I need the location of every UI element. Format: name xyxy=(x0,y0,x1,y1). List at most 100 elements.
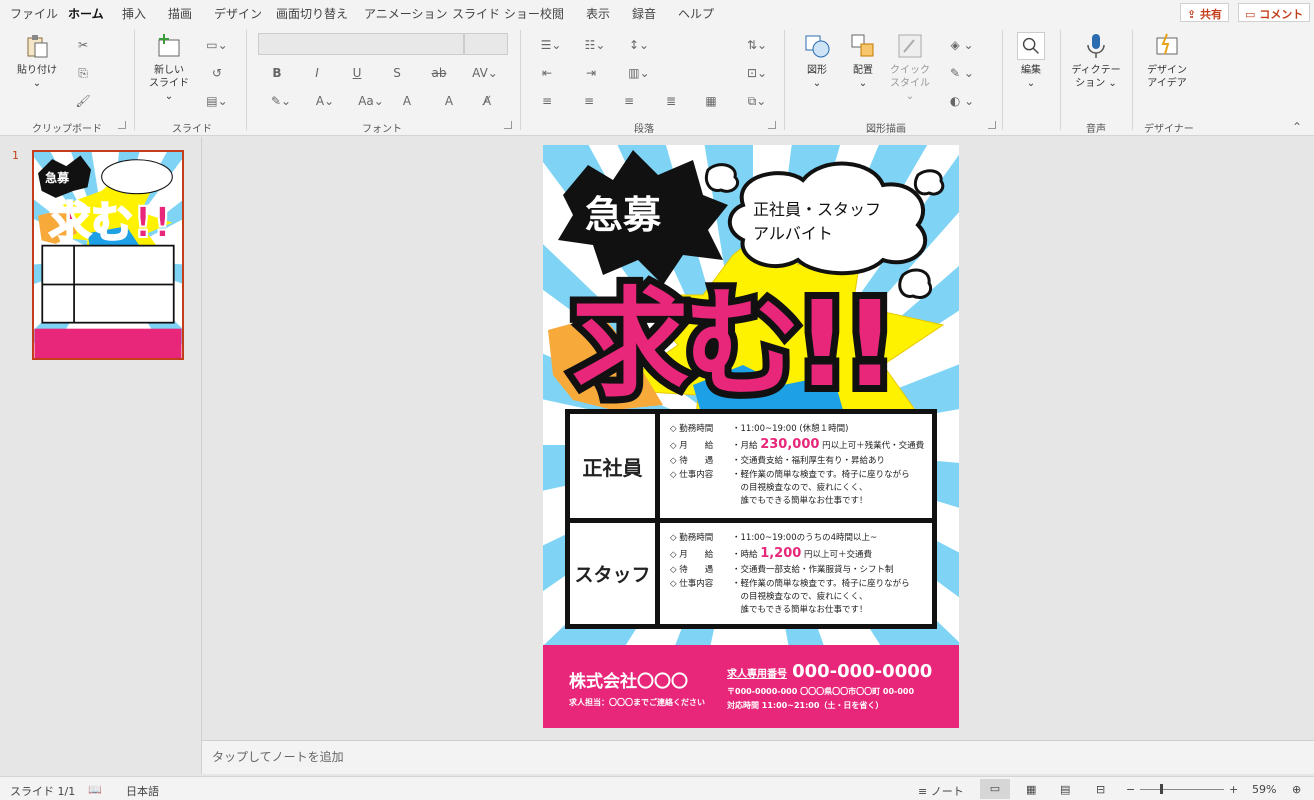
designer-group-label: デザイナー xyxy=(1144,124,1194,135)
share-button[interactable]: ⇪ 共有 xyxy=(1180,3,1230,22)
text-direction-icon[interactable]: ⇅⌄ xyxy=(742,36,772,54)
paste-button[interactable]: 貼り付け ⌄ xyxy=(14,32,60,90)
font-name-dropdown[interactable] xyxy=(258,33,464,55)
layout-icon[interactable]: ▭⌄ xyxy=(206,36,228,54)
tab-animations[interactable]: アニメーション xyxy=(364,5,448,22)
shape-effects-icon[interactable]: ◐ ⌄ xyxy=(944,92,980,110)
normal-view-icon[interactable]: ▭ xyxy=(980,779,1010,799)
align-text-icon[interactable]: ⊡⌄ xyxy=(742,64,772,82)
format-painter-icon[interactable]: 🖌 xyxy=(72,92,94,110)
collapse-ribbon-icon[interactable]: ⌃ xyxy=(1286,118,1308,136)
line-spacing-icon[interactable]: ↕⌄ xyxy=(624,36,654,54)
slide-canvas[interactable]: 急募 正社員・スタッフ アルバイト 求む!! 正社員 スタッフ ◇ 勤務時間 ・1… xyxy=(543,145,959,728)
tab-draw[interactable]: 描画 xyxy=(168,5,192,22)
drawing-group-label: 図形描画 xyxy=(866,124,906,135)
contact-person: 求人担当：〇〇〇までご連絡ください xyxy=(569,698,705,707)
divider xyxy=(134,30,135,130)
editing-label: 編集 xyxy=(1021,65,1041,76)
comment-button[interactable]: ▭ コメント xyxy=(1238,3,1311,22)
shadow-icon[interactable]: S xyxy=(386,64,408,82)
tab-record[interactable]: 録音 xyxy=(632,5,656,22)
detail-key: ◇ 月 給 xyxy=(670,550,714,560)
staff-details: ◇ 勤務時間 ・11:00~19:00のうちの4時間以上~ ◇ 月 給 ・時給 1,… xyxy=(670,531,910,617)
new-slide-button[interactable]: 新しい スライド ⌄ xyxy=(146,32,192,103)
zoom-slider[interactable] xyxy=(1140,789,1224,790)
columns-icon[interactable]: ▥⌄ xyxy=(624,64,654,82)
design-ideas-button[interactable]: デザイン アイデア xyxy=(1142,32,1192,90)
tab-home[interactable]: ホーム xyxy=(68,5,104,27)
strikethrough-icon[interactable]: ab xyxy=(428,64,450,82)
fit-slide-icon[interactable]: ⊕ xyxy=(1292,783,1301,796)
svg-text:求む!!: 求む!! xyxy=(49,198,172,247)
shape-outline-icon[interactable]: ✎ ⌄ xyxy=(944,64,980,82)
language-indicator[interactable]: 日本語 xyxy=(126,783,159,799)
cut-icon[interactable]: ✂ xyxy=(72,36,94,54)
section-icon[interactable]: ▤⌄ xyxy=(206,92,228,110)
detail-row: ◇ 仕事内容 ・軽作業の簡単な検査です。椅子に座りながら xyxy=(670,469,924,482)
align-left-icon[interactable]: ≡ xyxy=(536,92,558,110)
char-spacing-icon[interactable]: AV⌄ xyxy=(470,64,500,82)
new-slide-icon xyxy=(158,34,180,57)
distributed-icon[interactable]: ▦ xyxy=(700,92,722,110)
slideshow-icon[interactable]: ⊟ xyxy=(1096,783,1105,796)
accessibility-icon[interactable]: 📖 xyxy=(88,783,102,796)
arrange-button[interactable]: 配置 ⌄ xyxy=(846,32,880,90)
font-launcher-icon[interactable] xyxy=(504,121,512,129)
shrink-font-icon[interactable]: A xyxy=(438,92,460,110)
tab-review[interactable]: 校閲 xyxy=(540,5,564,22)
quick-styles-button[interactable]: クイック スタイル ⌄ xyxy=(888,32,932,103)
tab-design[interactable]: デザイン xyxy=(214,5,262,22)
tab-help[interactable]: ヘルプ xyxy=(678,5,714,22)
copy-icon[interactable]: ⎘ xyxy=(72,64,94,82)
detail-key: ◇ 待 遇 xyxy=(670,565,714,575)
grow-font-icon[interactable]: A xyxy=(396,92,418,110)
puff-icon xyxy=(705,163,740,193)
detail-value: ・月給 xyxy=(732,441,761,451)
align-right-icon[interactable]: ≡ xyxy=(618,92,640,110)
italic-icon[interactable]: I xyxy=(306,64,328,82)
notes-pane[interactable]: タップしてノートを追加 xyxy=(202,740,1314,774)
font-size-dropdown[interactable] xyxy=(464,33,508,55)
tab-insert[interactable]: 挿入 xyxy=(122,5,146,22)
font-color-icon[interactable]: A⌄ xyxy=(310,92,340,110)
numbering-icon[interactable]: ☷⌄ xyxy=(580,36,610,54)
slide-sorter-icon[interactable]: ▦ xyxy=(1026,783,1036,796)
change-case-icon[interactable]: Aa⌄ xyxy=(356,92,386,110)
align-center-icon[interactable]: ≡ xyxy=(578,92,600,110)
highlight-icon[interactable]: ✎⌄ xyxy=(266,92,296,110)
arrange-label: 配置 xyxy=(853,65,873,76)
dictate-button[interactable]: ディクテー ション ⌄ xyxy=(1070,32,1122,90)
smartart-icon[interactable]: ⧉⌄ xyxy=(742,92,772,110)
shape-fill-icon[interactable]: ◈ ⌄ xyxy=(944,36,980,54)
increase-indent-icon[interactable]: ⇥ xyxy=(580,64,602,82)
bold-icon[interactable]: B xyxy=(266,64,288,82)
zoom-out-icon[interactable]: − xyxy=(1126,783,1135,796)
bullets-icon[interactable]: ☰⌄ xyxy=(536,36,566,54)
notes-placeholder: タップしてノートを追加 xyxy=(212,750,344,764)
tab-view[interactable]: 表示 xyxy=(586,5,610,22)
clear-format-icon[interactable]: A̸ xyxy=(476,92,498,110)
notes-button[interactable]: ≡ ノート xyxy=(918,783,964,799)
reset-icon[interactable]: ↺ xyxy=(206,64,228,82)
underline-icon[interactable]: U xyxy=(346,64,368,82)
shapes-button[interactable]: 図形 ⌄ xyxy=(800,32,834,90)
drawing-launcher-icon[interactable] xyxy=(988,121,996,129)
slide-thumbnail[interactable]: 急募 求む!! xyxy=(32,150,184,360)
zoom-slider-thumb[interactable] xyxy=(1160,784,1163,794)
clipboard-launcher-icon[interactable] xyxy=(118,121,126,129)
new-slide-label-1: 新しい xyxy=(154,65,184,76)
zoom-level[interactable]: 59% xyxy=(1252,783,1276,796)
justify-icon[interactable]: ≣ xyxy=(660,92,682,110)
detail-value: ・交通費支給・福利厚生有り・昇給あり xyxy=(732,456,886,466)
tab-slideshow[interactable]: スライド ショー xyxy=(452,5,540,22)
zoom-in-icon[interactable]: + xyxy=(1229,783,1238,796)
reading-view-icon[interactable]: ▤ xyxy=(1060,783,1070,796)
editing-button[interactable]: 編集 ⌄ xyxy=(1012,32,1050,90)
font-group-label: フォント xyxy=(362,124,402,135)
paragraph-launcher-icon[interactable] xyxy=(768,121,776,129)
detail-row: の目視検査なので、疲れにくく、 xyxy=(670,482,924,495)
tab-transitions[interactable]: 画面切り替え xyxy=(276,5,348,22)
decrease-indent-icon[interactable]: ⇤ xyxy=(536,64,558,82)
detail-key: ◇ 勤務時間 xyxy=(670,424,714,434)
tab-file[interactable]: ファイル xyxy=(10,5,58,22)
